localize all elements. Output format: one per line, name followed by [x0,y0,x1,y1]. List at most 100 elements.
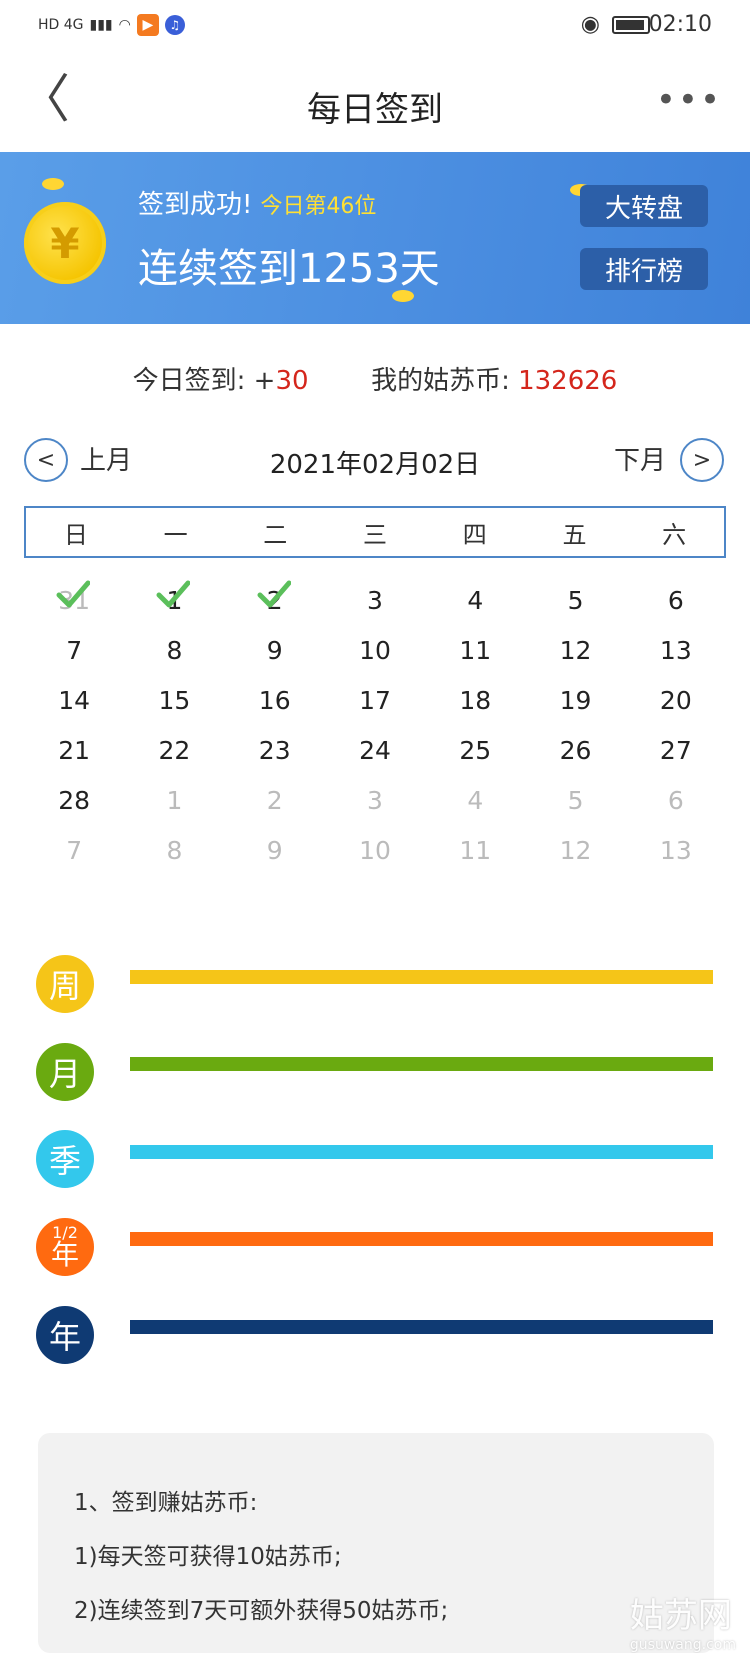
today-rank: 今日第46位 [260,194,377,219]
calendar-week-row: 7 8 9 10 11 12 13 [24,625,726,675]
calendar-day[interactable]: 17 [325,675,425,725]
success-text: 签到成功! [138,190,253,220]
calendar-day[interactable]: 10 [325,625,425,675]
calendar-day[interactable]: 20 [626,675,726,725]
halfyear-reward-badge: 1/2 年 [36,1218,94,1276]
calendar-day-number: 3 [367,785,383,815]
calendar-day-number: 19 [559,685,592,715]
leaderboard-button[interactable]: 排行榜 [580,248,708,290]
calendar-day[interactable]: 18 [425,675,525,725]
calendar-day-number: 13 [659,835,692,865]
calendar-day[interactable]: 2 [225,775,325,825]
next-month-button[interactable]: > [680,438,724,482]
calendar-day-number: 7 [66,635,83,665]
calendar-day-number: 27 [659,735,692,765]
checkmark-path [257,580,291,608]
calendar-day[interactable]: 16 [225,675,325,725]
battery-icon [612,16,650,34]
calendar-day[interactable]: 6 [626,575,726,625]
calendar-day-number: 20 [659,685,692,715]
calendar-day[interactable]: 1 [124,775,224,825]
signal-icon: ▮▮▮ [89,17,113,33]
calendar-day-number: 8 [166,635,183,665]
calendar-day-number: 1 [166,785,183,815]
calendar-day-number: 6 [667,585,684,615]
calendar-day[interactable]: 5 [525,775,625,825]
calendar-day[interactable]: 14 [24,675,124,725]
weekly-reward-bar [130,970,713,984]
calendar-day-number: 3 [367,585,383,615]
weekday-label: 日 [63,520,88,549]
calendar-day-number: 13 [659,635,692,665]
navigation-bar: 〈 每日签到 ••• [0,52,750,152]
weekday-label: 三 [363,520,388,549]
checked-icon [156,580,191,608]
calendar-day[interactable]: 12 [525,825,625,875]
calendar-day-number: 6 [667,785,684,815]
calendar-day[interactable]: 12 [525,625,625,675]
weekday-header: 日 一 二 三 四 五 六 [24,506,726,558]
calendar-day[interactable]: 4 [425,775,525,825]
status-left: HD 4G ▮▮▮ ◠ ▶ ♫ [38,14,185,36]
points-summary: 今日签到: +30 我的姑苏币: 132626 [0,360,750,397]
calendar-day[interactable]: 27 [626,725,726,775]
calendar-day[interactable]: 3 [325,775,425,825]
weekday-label: 四 [462,520,487,549]
calendar-day[interactable]: 11 [425,825,525,875]
checkmark-path [156,580,191,608]
calendar-day[interactable]: 28 [24,775,124,825]
calendar-day-number: 12 [559,835,592,865]
more-options-icon[interactable]: ••• [656,80,722,120]
my-coins-label: 我的姑苏币: [371,366,519,396]
halfyear-reward-bar [130,1232,713,1246]
calendar-day-number: 21 [58,735,91,765]
calendar-day[interactable]: 9 [225,825,325,875]
calendar-day[interactable]: 6 [626,775,726,825]
weekly-reward-label: 周 [48,967,81,1005]
network-indicator: HD 4G [38,17,84,33]
calendar-day[interactable]: 11 [425,625,525,675]
checkmark-path [56,580,91,608]
calendar-day[interactable]: 31 [24,575,124,625]
calendar-day-number: 16 [258,685,291,715]
calendar-day[interactable]: 23 [225,725,325,775]
wifi-icon: ◠ [118,17,131,33]
calendar-week-row: 14 15 16 17 18 19 20 [24,675,726,725]
today-points-value: 30 [275,366,309,396]
calendar-week-row: 21 22 23 24 25 26 27 [24,725,726,775]
lucky-wheel-button[interactable]: 大转盘 [580,185,708,227]
calendar-day[interactable]: 5 [525,575,625,625]
calendar-day[interactable]: 2 [225,575,325,625]
calendar-day[interactable]: 13 [626,625,726,675]
calendar-day[interactable]: 7 [24,625,124,675]
calendar-day[interactable]: 26 [525,725,625,775]
calendar-day[interactable]: 3 [325,575,425,625]
next-month-label[interactable]: 下月 [614,440,666,477]
calendar-grid: 31 1 2 3 4 5 6 7 8 9 10 11 12 13 14 15 16 17 18 19 20 21 22 23 2… [24,575,726,875]
calendar-day[interactable]: 24 [325,725,425,775]
calendar-day-number: 5 [567,585,584,615]
calendar-day[interactable]: 8 [124,825,224,875]
calendar-day[interactable]: 25 [425,725,525,775]
weekday-label: 六 [662,520,687,549]
calendar-day[interactable]: 10 [325,825,425,875]
weekday-label: 一 [163,520,188,549]
calendar-day[interactable]: 15 [124,675,224,725]
calendar-day[interactable]: 19 [525,675,625,725]
calendar-day[interactable]: 21 [24,725,124,775]
calendar-day-number: 10 [359,635,391,665]
calendar-day[interactable]: 8 [124,625,224,675]
eye-comfort-icon: ◉ [580,12,600,37]
yearly-reward-bar [130,1320,713,1334]
calendar-day-number: 4 [467,585,484,615]
calendar-day-number: 7 [66,835,83,865]
calendar-day[interactable]: 13 [626,825,726,875]
calendar-day-number: 5 [567,785,584,815]
calendar-day[interactable]: 1 [124,575,224,625]
calendar-day[interactable]: 4 [425,575,525,625]
calendar-day[interactable]: 9 [225,625,325,675]
calendar-day-number: 24 [359,735,391,765]
calendar-day[interactable]: 7 [24,825,124,875]
calendar-day[interactable]: 22 [124,725,224,775]
status-bar: HD 4G ▮▮▮ ◠ ▶ ♫ ◉ 02:10 [0,0,750,52]
